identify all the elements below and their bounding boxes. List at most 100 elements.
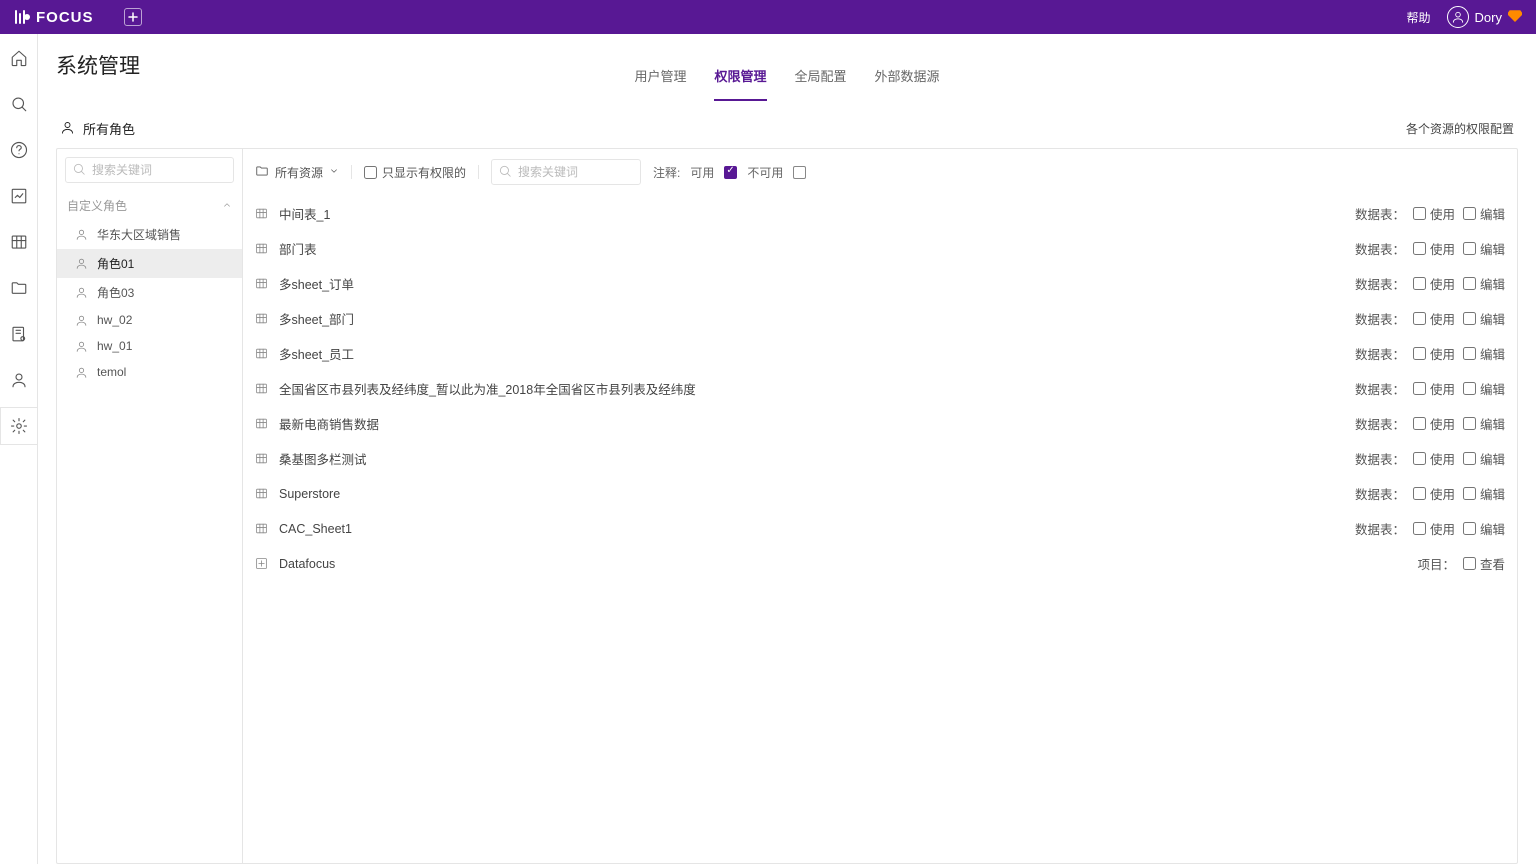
nav-help[interactable] — [9, 140, 29, 160]
tab-external[interactable]: 外部数据源 — [875, 58, 940, 101]
perm-use-checkbox[interactable]: 使用 — [1413, 449, 1455, 468]
left-rail — [0, 34, 38, 864]
roles-header-text: 所有角色 — [83, 119, 135, 138]
table-icon — [255, 312, 269, 325]
perm-use-checkbox[interactable]: 使用 — [1413, 239, 1455, 258]
perm-use-checkbox[interactable]: 使用 — [1413, 204, 1455, 223]
perm-edit-checkbox[interactable]: 编辑 — [1463, 379, 1505, 398]
brand-logo: FOCUS — [14, 9, 94, 26]
resource-row: 全国省区市县列表及经纬度_暂以此为准_2018年全国省区市县列表及经纬度数据表：… — [243, 371, 1517, 406]
search-icon — [498, 164, 512, 181]
table-icon — [255, 487, 269, 500]
role-item[interactable]: 角色03 — [57, 278, 242, 307]
table-icon — [255, 207, 269, 220]
nav-settings[interactable] — [9, 416, 29, 436]
perm-prefix: 数据表： — [1355, 239, 1405, 258]
nav-dashboard[interactable] — [9, 186, 29, 206]
person-icon — [75, 340, 89, 353]
roles-search-input[interactable] — [65, 157, 234, 183]
perm-edit-checkbox[interactable]: 编辑 — [1463, 239, 1505, 258]
perm-use-checkbox[interactable]: 使用 — [1413, 379, 1455, 398]
perm-prefix: 数据表： — [1355, 449, 1405, 468]
resource-name: 部门表 — [279, 239, 317, 258]
tab-permissions[interactable]: 权限管理 — [714, 58, 766, 101]
perm-prefix: 数据表： — [1355, 274, 1405, 293]
role-item-label: temol — [97, 365, 126, 379]
nav-folders[interactable] — [9, 278, 29, 298]
role-item-label: hw_01 — [97, 339, 132, 353]
resource-filter-dropdown[interactable]: 所有资源 — [255, 164, 339, 181]
perm-edit-checkbox[interactable]: 编辑 — [1463, 414, 1505, 433]
legend-available-label: 可用 — [690, 164, 714, 181]
new-button[interactable] — [124, 8, 142, 26]
perm-edit-checkbox[interactable]: 编辑 — [1463, 309, 1505, 328]
roles-group-toggle[interactable]: 自定义角色 — [57, 191, 242, 220]
role-item[interactable]: hw_02 — [57, 307, 242, 333]
legend-unavailable-icon — [793, 166, 806, 179]
resource-name: 中间表_1 — [279, 204, 330, 223]
perm-use-checkbox[interactable]: 使用 — [1413, 484, 1455, 503]
role-list: 华东大区域销售角色01 角色03 hw_02 hw_01temol — [57, 220, 242, 385]
project-icon — [255, 557, 269, 570]
resource-row: 最新电商销售数据数据表：使用编辑 — [243, 406, 1517, 441]
perm-prefix: 数据表： — [1355, 204, 1405, 223]
role-item[interactable]: hw_01 — [57, 333, 242, 359]
resource-row: 中间表_1 数据表： 使用编辑 — [243, 196, 1517, 231]
perm-use-checkbox[interactable]: 使用 — [1413, 274, 1455, 293]
only-with-perm-checkbox[interactable]: 只显示有权限的 — [364, 164, 466, 181]
perm-prefix: 数据表： — [1355, 309, 1405, 328]
premium-icon — [1508, 10, 1522, 25]
brand-mark-icon — [14, 9, 30, 25]
perm-edit-checkbox[interactable]: 编辑 — [1463, 274, 1505, 293]
resource-row: 部门表 数据表： 使用编辑 — [243, 231, 1517, 266]
nav-home[interactable] — [9, 48, 29, 68]
role-item-label: 角色03 — [97, 284, 134, 301]
brand-text: FOCUS — [36, 9, 94, 26]
perm-use-checkbox[interactable]: 使用 — [1413, 519, 1455, 538]
perm-edit-checkbox[interactable]: 编辑 — [1463, 449, 1505, 468]
table-icon — [255, 417, 269, 430]
resources-search-input[interactable] — [491, 159, 641, 185]
perm-prefix: 数据表： — [1355, 414, 1405, 433]
roles-icon — [60, 120, 75, 138]
table-icon — [255, 382, 269, 395]
role-item-label: 华东大区域销售 — [97, 226, 181, 243]
nav-search[interactable] — [9, 94, 29, 114]
role-item[interactable]: 华东大区域销售 — [57, 220, 242, 249]
table-icon — [255, 277, 269, 290]
perm-use-checkbox[interactable]: 使用 — [1413, 344, 1455, 363]
user-name: Dory — [1475, 10, 1502, 25]
resource-name: Datafocus — [279, 557, 335, 571]
tab-users[interactable]: 用户管理 — [634, 58, 686, 101]
perm-edit-checkbox[interactable]: 编辑 — [1463, 519, 1505, 538]
perm-use-checkbox[interactable]: 使用 — [1413, 309, 1455, 328]
nav-tables[interactable] — [9, 232, 29, 252]
user-menu[interactable]: Dory — [1447, 6, 1522, 28]
legend-prefix: 注释: — [653, 164, 680, 181]
perm-use-checkbox[interactable]: 使用 — [1413, 414, 1455, 433]
table-icon — [255, 522, 269, 535]
resources-header: 各个资源的权限配置 — [1406, 120, 1514, 137]
perm-edit-checkbox[interactable]: 编辑 — [1463, 344, 1505, 363]
table-icon — [255, 347, 269, 360]
table-icon — [255, 452, 269, 465]
perm-edit-checkbox[interactable]: 编辑 — [1463, 484, 1505, 503]
only-with-perm-label: 只显示有权限的 — [382, 164, 466, 181]
legend-unavailable-label: 不可用 — [747, 164, 783, 181]
tab-global[interactable]: 全局配置 — [795, 58, 847, 101]
resource-name: 多sheet_订单 — [279, 274, 354, 293]
role-item[interactable]: 角色01 — [57, 249, 242, 278]
person-icon — [75, 366, 89, 379]
roles-panel: 自定义角色 华东大区域销售角色01 角色03 hw_02 hw_01temol — [57, 149, 243, 863]
resource-name: 多sheet_员工 — [279, 344, 354, 363]
resource-name: 全国省区市县列表及经纬度_暂以此为准_2018年全国省区市县列表及经纬度 — [279, 379, 696, 398]
nav-resources[interactable] — [9, 324, 29, 344]
perm-prefix: 数据表： — [1355, 519, 1405, 538]
avatar-icon — [1447, 6, 1469, 28]
resource-row: CAC_Sheet1数据表：使用编辑 — [243, 511, 1517, 546]
perm-edit-checkbox[interactable]: 编辑 — [1463, 204, 1505, 223]
nav-users[interactable] — [9, 370, 29, 390]
role-item[interactable]: temol — [57, 359, 242, 385]
perm-view-checkbox[interactable]: 查看 — [1463, 554, 1505, 573]
help-link[interactable]: 帮助 — [1407, 9, 1431, 26]
